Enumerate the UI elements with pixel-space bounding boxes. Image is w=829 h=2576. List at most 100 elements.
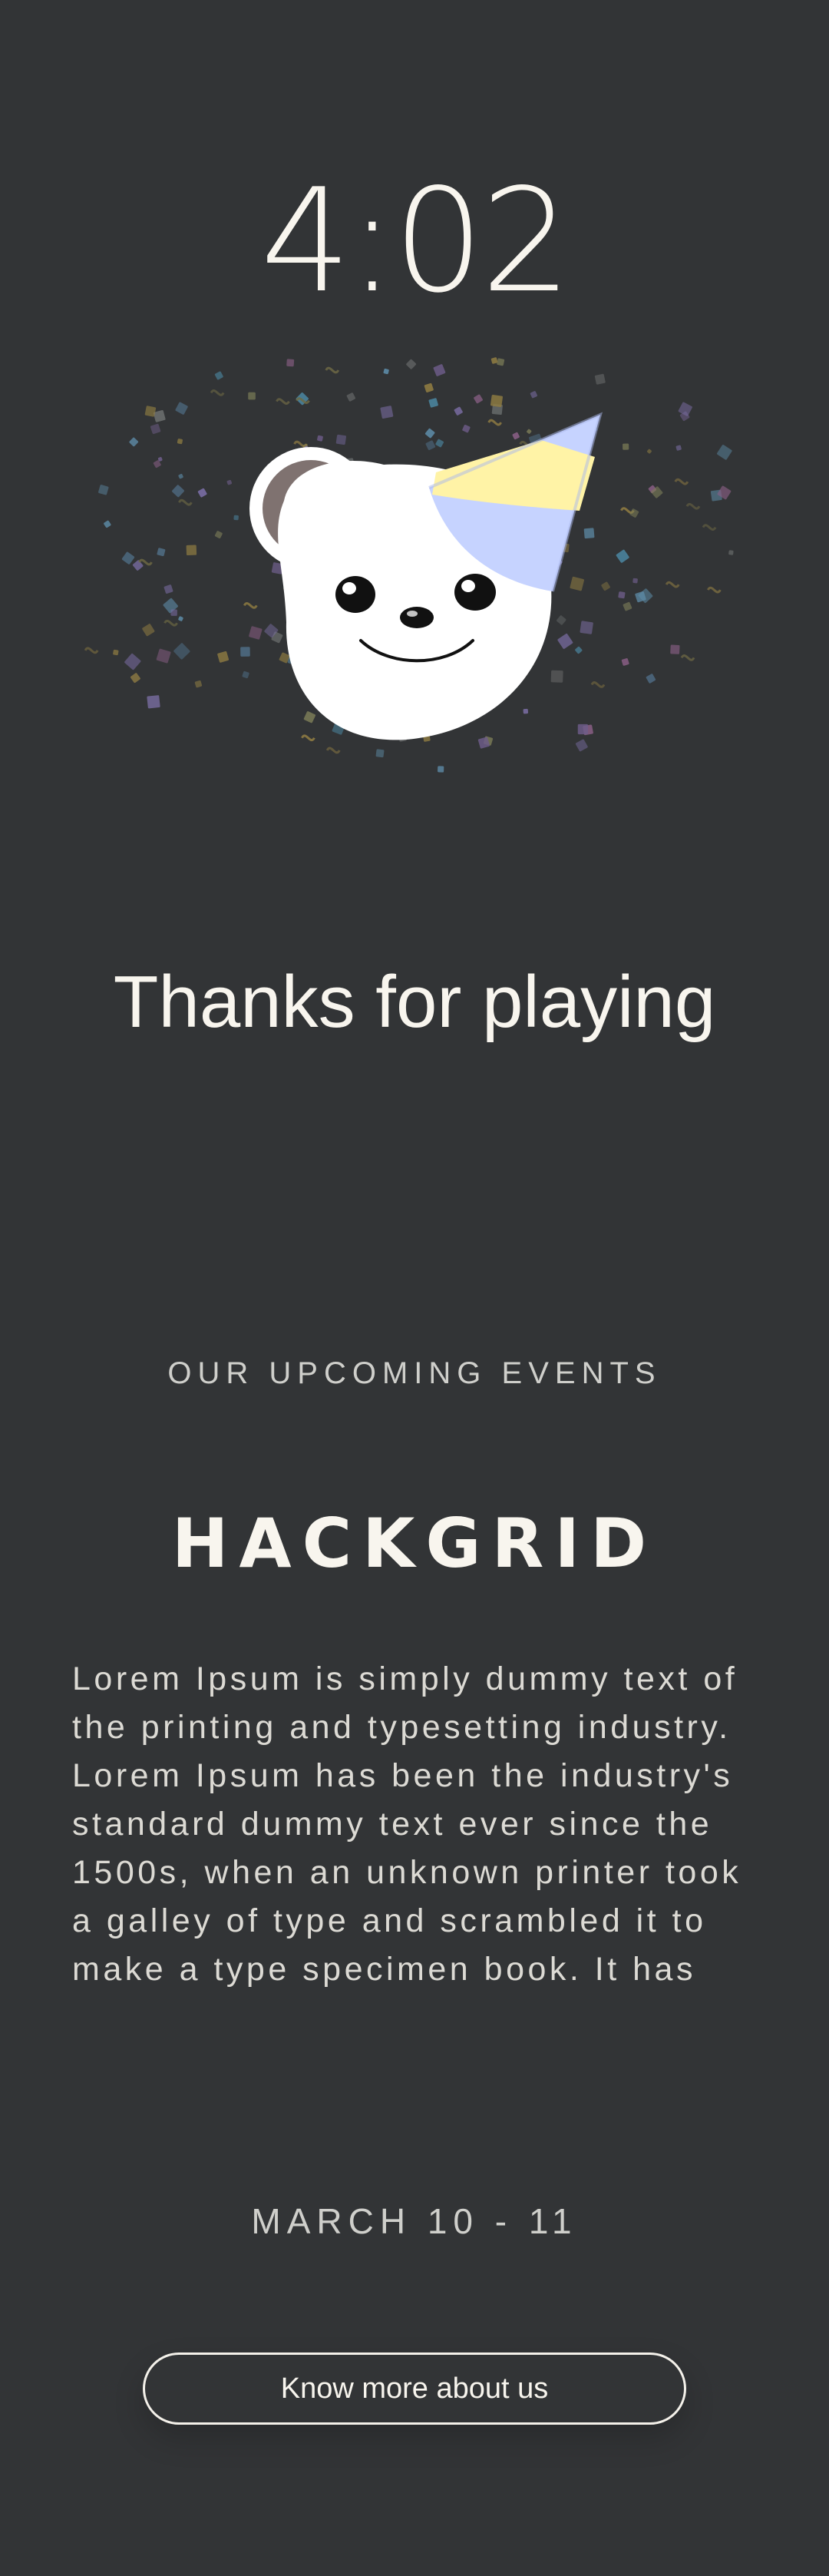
events-section-label: OUR UPCOMING EVENTS	[167, 1356, 662, 1390]
confetti-piece	[678, 402, 692, 416]
confetti-piece	[177, 439, 183, 445]
know-more-button[interactable]: Know more about us	[143, 2353, 686, 2425]
thanks-headline: Thanks for playing	[113, 961, 716, 1043]
confetti-piece	[214, 371, 223, 380]
confetti-piece	[248, 392, 256, 400]
confetti-piece	[286, 359, 295, 367]
confetti-piece	[98, 485, 109, 495]
confetti-piece	[527, 429, 532, 434]
confetti-piece	[490, 395, 503, 407]
confetti-piece	[242, 670, 249, 679]
confetti-piece	[433, 364, 446, 376]
confetti-piece	[157, 548, 166, 557]
confetti-piece	[178, 616, 183, 621]
confetti-piece	[301, 734, 315, 742]
confetti-piece	[317, 435, 323, 442]
confetti-piece	[462, 425, 471, 433]
confetti-piece	[243, 602, 258, 609]
confetti-piece	[570, 576, 585, 591]
confetti-piece	[163, 584, 173, 594]
confetti-piece	[144, 406, 157, 417]
confetti-piece	[276, 398, 290, 405]
confetti-piece	[210, 389, 225, 396]
confetti-piece	[170, 609, 177, 616]
confetti-piece	[435, 439, 444, 448]
confetti-piece	[186, 545, 197, 556]
confetti-piece	[590, 681, 606, 688]
confetti-piece	[580, 621, 593, 634]
confetti-piece	[674, 478, 689, 485]
confetti-piece	[130, 673, 140, 684]
confetti-piece	[121, 551, 135, 565]
confetti-piece	[142, 624, 155, 637]
confetti-piece	[428, 398, 438, 408]
confetti-piece	[618, 591, 626, 599]
confetti-piece	[623, 601, 632, 611]
confetti-piece	[172, 485, 184, 498]
confetti-piece	[147, 695, 160, 709]
confetti-piece	[178, 473, 183, 479]
confetti-piece	[346, 392, 355, 402]
confetti-piece	[707, 586, 722, 594]
confetti-piece	[104, 520, 111, 528]
confetti-piece	[716, 445, 732, 460]
confetti-piece	[383, 368, 389, 375]
confetti-piece	[156, 648, 171, 664]
confetti-piece	[194, 680, 203, 688]
confetti-piece	[249, 626, 263, 640]
confetti-piece	[132, 560, 144, 571]
confetti-piece	[621, 658, 629, 666]
celebration-hero	[0, 338, 829, 876]
confetti-piece	[728, 550, 734, 555]
confetti-piece	[474, 394, 483, 404]
confetti-piece	[424, 382, 434, 392]
confetti-piece	[575, 646, 583, 654]
event-description: Lorem Ipsum is simply dummy text of the …	[72, 1660, 742, 1988]
confetti-piece	[173, 643, 190, 660]
confetti-piece	[670, 644, 680, 654]
confetti-piece	[425, 440, 436, 451]
confetti-piece	[632, 578, 638, 584]
confetti-piece	[438, 766, 444, 773]
confetti-piece	[512, 432, 520, 440]
confetti-piece	[623, 443, 629, 450]
confetti-piece	[325, 366, 340, 374]
confetti-piece	[335, 434, 347, 445]
confetti-illustration	[84, 357, 734, 773]
confetti-piece	[616, 549, 629, 563]
confetti-piece	[197, 488, 207, 498]
confetti-piece	[217, 651, 230, 663]
confetti-piece	[113, 649, 119, 656]
confetti-piece	[293, 440, 308, 448]
confetti-piece	[557, 615, 566, 625]
confetti-piece	[424, 428, 435, 439]
confetti-piece	[685, 502, 701, 510]
confetti-piece	[665, 581, 680, 588]
confetti-piece	[454, 406, 463, 416]
confetti-piece	[530, 391, 537, 399]
confetti-piece	[497, 358, 505, 366]
confetti-piece	[406, 359, 417, 369]
confetti-piece	[178, 498, 193, 506]
confetti-piece	[490, 357, 498, 364]
confetti-piece	[601, 581, 610, 591]
confetti-piece	[84, 647, 99, 654]
confetti-piece	[233, 515, 239, 521]
confetti-piece	[163, 619, 178, 627]
confetti-piece	[240, 647, 250, 657]
confetti-piece	[575, 739, 588, 752]
confetti-piece	[150, 423, 161, 435]
confetti-piece	[647, 449, 652, 454]
confetti-piece	[646, 674, 656, 684]
party-bear-icon	[249, 412, 603, 740]
confetti-piece	[577, 723, 589, 735]
clock-time: 4:02	[260, 157, 572, 324]
confetti-piece	[557, 633, 573, 649]
event-name: HACKGRID	[171, 1504, 658, 1583]
confetti-piece	[550, 670, 563, 683]
confetti-piece	[487, 419, 502, 426]
confetti-piece	[129, 437, 139, 447]
confetti-piece	[175, 402, 188, 415]
confetti-piece	[675, 445, 682, 451]
confetti-piece	[594, 373, 606, 385]
